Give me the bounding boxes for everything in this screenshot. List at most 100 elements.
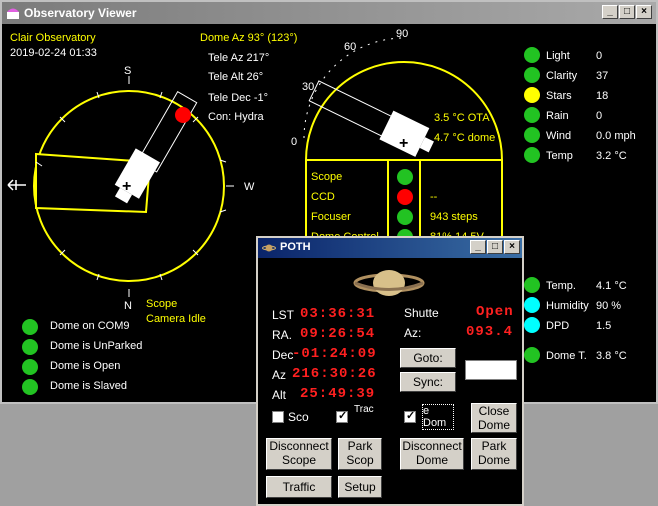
device-focuser: Focuser	[311, 211, 351, 223]
status-park: Dome is UnParked	[50, 340, 143, 352]
goto-az-input[interactable]	[465, 360, 517, 380]
env-value: 1.5	[596, 320, 612, 332]
device-scope: Scope	[311, 171, 343, 183]
scope-light	[397, 169, 413, 185]
env-label: DPD	[546, 320, 570, 332]
poth-title: POTH	[280, 241, 311, 253]
weather-label: Stars	[546, 90, 572, 102]
title-bar[interactable]: Observatory Viewer _ □ ×	[2, 2, 656, 24]
status-slaved: Dome is Slaved	[50, 380, 128, 392]
close-dome-button[interactable]: Close Dome	[471, 403, 517, 433]
dec-value: -01:24:09	[292, 346, 377, 362]
sync-button[interactable]: Sync:	[400, 372, 456, 392]
alt-value: 25:49:39	[300, 386, 376, 402]
saturn-icon	[262, 244, 276, 252]
site-name: Clair Observatory	[10, 32, 96, 44]
disconnect-scope-button[interactable]: Disconnect Scope	[266, 438, 332, 470]
status-com: Dome on COM9	[50, 320, 130, 332]
west-arrow-icon	[7, 179, 26, 191]
weather-value: 0	[596, 50, 603, 62]
setup-button[interactable]: Setup	[338, 476, 382, 498]
poth-minimize-button[interactable]: _	[470, 240, 486, 254]
poth-window: POTH _ □ × LST 03:36:31 RA. 09:26:54 Dec…	[256, 236, 524, 506]
alt-label: Alt	[272, 388, 287, 402]
slave-dome-checkbox-label: e Dom	[422, 404, 454, 430]
sun-marker	[175, 107, 191, 123]
weather-value: 0	[596, 110, 603, 122]
dome-temp-indicator	[524, 347, 540, 363]
env-value: 4.1 °C	[596, 280, 627, 292]
env-label: Humidity	[546, 300, 589, 312]
poth-title-bar[interactable]: POTH _ □ ×	[258, 238, 522, 258]
park-scope-button[interactable]: Park Scop	[338, 438, 382, 470]
scope-label: Scope	[146, 298, 178, 310]
poth-maximize-button[interactable]: □	[487, 240, 503, 254]
weather-label: Temp	[546, 150, 573, 162]
compass-s: S	[124, 65, 132, 77]
observatory-icon	[7, 8, 19, 19]
az-label: Az	[272, 368, 287, 382]
rain-indicator	[524, 107, 540, 123]
ccd-value: --	[430, 191, 438, 203]
alt-60: 60	[344, 41, 357, 53]
dec-label: Dec	[272, 348, 294, 362]
goto-button[interactable]: Goto:	[400, 348, 456, 368]
slave-dome-checkbox[interactable]	[404, 409, 416, 423]
poth-close-button[interactable]: ×	[504, 240, 520, 254]
compass-w: W	[244, 181, 255, 193]
compass-n: N	[124, 300, 132, 312]
ota-temp: 3.5 °C OTA	[434, 112, 490, 124]
env-label: Dome T.	[546, 350, 587, 362]
env-value: 90 %	[596, 300, 622, 312]
shutter-value: Open	[476, 304, 514, 320]
device-ccd: CCD	[311, 191, 335, 203]
focuser-value: 943 steps	[430, 211, 478, 223]
env-temp-indicator	[524, 277, 540, 293]
dome-az-label: Az:	[404, 326, 422, 340]
date-time: 2019-02-24 01:33	[10, 47, 97, 59]
weather-label: Wind	[546, 130, 572, 142]
lst-label: LST	[272, 308, 295, 322]
weather-label: Light	[546, 50, 570, 62]
humidity-indicator	[524, 297, 540, 313]
status-light	[22, 319, 38, 335]
alt-30: 30	[302, 81, 315, 93]
weather-label: Rain	[546, 110, 569, 122]
saturn-icon	[353, 270, 425, 296]
wind-indicator	[524, 127, 540, 143]
temp-indicator	[524, 147, 540, 163]
track-checkbox-label: Trac	[354, 404, 374, 415]
camera-status: Camera Idle	[146, 313, 206, 325]
weather-value: 0.0 mph	[596, 130, 636, 142]
dome-azimuth: Dome Az 93° (123°)	[200, 32, 298, 44]
scope-checkbox[interactable]	[272, 411, 284, 423]
alt-90: 90	[396, 28, 409, 40]
weather-value: 37	[596, 70, 609, 82]
stars-indicator	[524, 87, 540, 103]
telescope-side	[308, 80, 434, 157]
traffic-button[interactable]: Traffic	[266, 476, 332, 498]
weather-value: 3.2 °C	[596, 150, 627, 162]
light-indicator	[524, 47, 540, 63]
maximize-button[interactable]: □	[619, 5, 635, 19]
close-button[interactable]: ×	[636, 5, 652, 19]
window-title: Observatory Viewer	[24, 6, 137, 20]
scope-checkbox-label: Sco	[288, 410, 309, 424]
minimize-button[interactable]: _	[602, 5, 618, 19]
disconnect-dome-button[interactable]: Disconnect Dome	[400, 438, 464, 470]
env-label: Temp.	[546, 280, 576, 292]
focuser-light	[397, 209, 413, 225]
status-open: Dome is Open	[50, 360, 121, 372]
env-value: 3.8 °C	[596, 350, 627, 362]
track-checkbox[interactable]	[336, 409, 348, 423]
az-value: 216:30:26	[292, 366, 377, 382]
dome-plan-view: +	[7, 76, 234, 297]
weather-label: Clarity	[546, 70, 578, 82]
alt-0: 0	[291, 136, 298, 148]
ccd-light	[397, 189, 413, 205]
svg-text:+: +	[399, 135, 408, 152]
park-dome-button[interactable]: Park Dome	[471, 438, 517, 470]
status-light	[22, 339, 38, 355]
weather-value: 18	[596, 90, 609, 102]
dome-temp: 4.7 °C dome	[434, 132, 496, 144]
